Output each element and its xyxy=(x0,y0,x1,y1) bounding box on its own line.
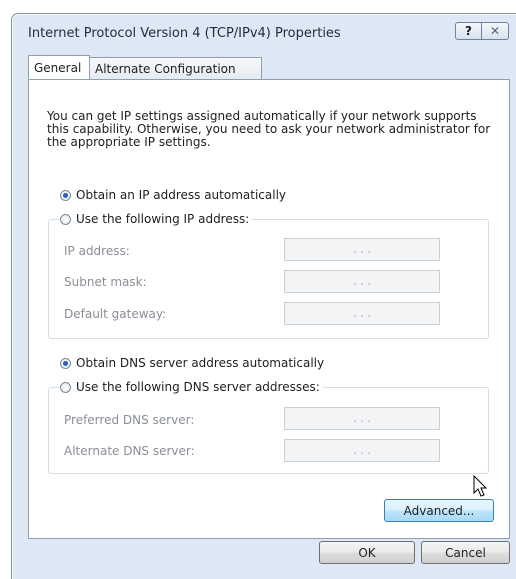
default-gateway-label: Default gateway: xyxy=(64,307,167,321)
advanced-button[interactable]: Advanced... xyxy=(384,499,494,522)
ip-address-label: IP address: xyxy=(64,244,130,258)
obtain-ip-auto-label: Obtain an IP address automatically xyxy=(76,188,287,202)
preferred-dns-label: Preferred DNS server: xyxy=(64,413,195,427)
close-button[interactable]: ✕ xyxy=(482,22,509,40)
obtain-dns-auto-label: Obtain DNS server address automatically xyxy=(76,356,325,370)
alternate-dns-label: Alternate DNS server: xyxy=(64,444,195,458)
subnet-mask-label: Subnet mask: xyxy=(64,275,147,289)
use-following-ip-label: Use the following IP address: xyxy=(76,212,250,226)
help-icon: ? xyxy=(465,24,472,38)
use-following-dns-radio[interactable]: Use the following DNS server addresses: xyxy=(60,380,323,394)
subnet-mask-field: . . . xyxy=(284,270,440,293)
radio-unselected-icon xyxy=(60,381,71,393)
obtain-dns-auto-radio[interactable]: Obtain DNS server address automatically xyxy=(60,356,328,370)
help-button[interactable]: ? xyxy=(455,22,482,40)
radio-unselected-icon xyxy=(60,213,71,225)
default-gateway-field: . . . xyxy=(284,302,440,325)
preferred-dns-field: . . . xyxy=(284,407,440,430)
ip-address-field: . . . xyxy=(284,238,440,261)
general-panel: You can get IP settings assigned automat… xyxy=(28,79,510,539)
obtain-ip-auto-radio[interactable]: Obtain an IP address automatically xyxy=(60,188,290,202)
use-following-dns-label: Use the following DNS server addresses: xyxy=(76,380,320,394)
dialog-window: Internet Protocol Version 4 (TCP/IPv4) P… xyxy=(11,13,516,579)
alternate-dns-field: . . . xyxy=(284,439,440,462)
default-gateway-value: . . . xyxy=(353,307,371,320)
window-title: Internet Protocol Version 4 (TCP/IPv4) P… xyxy=(28,26,341,41)
description-text: You can get IP settings assigned automat… xyxy=(47,109,491,149)
use-following-ip-radio[interactable]: Use the following IP address: xyxy=(60,212,253,226)
subnet-mask-value: . . . xyxy=(353,275,371,288)
close-icon: ✕ xyxy=(489,24,501,38)
tab-general[interactable]: General xyxy=(28,55,90,79)
preferred-dns-value: . . . xyxy=(353,412,371,425)
ip-address-value: . . . xyxy=(353,243,371,256)
radio-selected-icon xyxy=(60,357,71,369)
alternate-dns-value: . . . xyxy=(353,444,371,457)
ok-button[interactable]: OK xyxy=(319,541,415,564)
cancel-button[interactable]: Cancel xyxy=(421,541,510,564)
radio-selected-icon xyxy=(60,189,71,201)
mouse-pointer-icon xyxy=(473,475,488,497)
tab-alternate-configuration[interactable]: Alternate Configuration xyxy=(90,57,262,79)
